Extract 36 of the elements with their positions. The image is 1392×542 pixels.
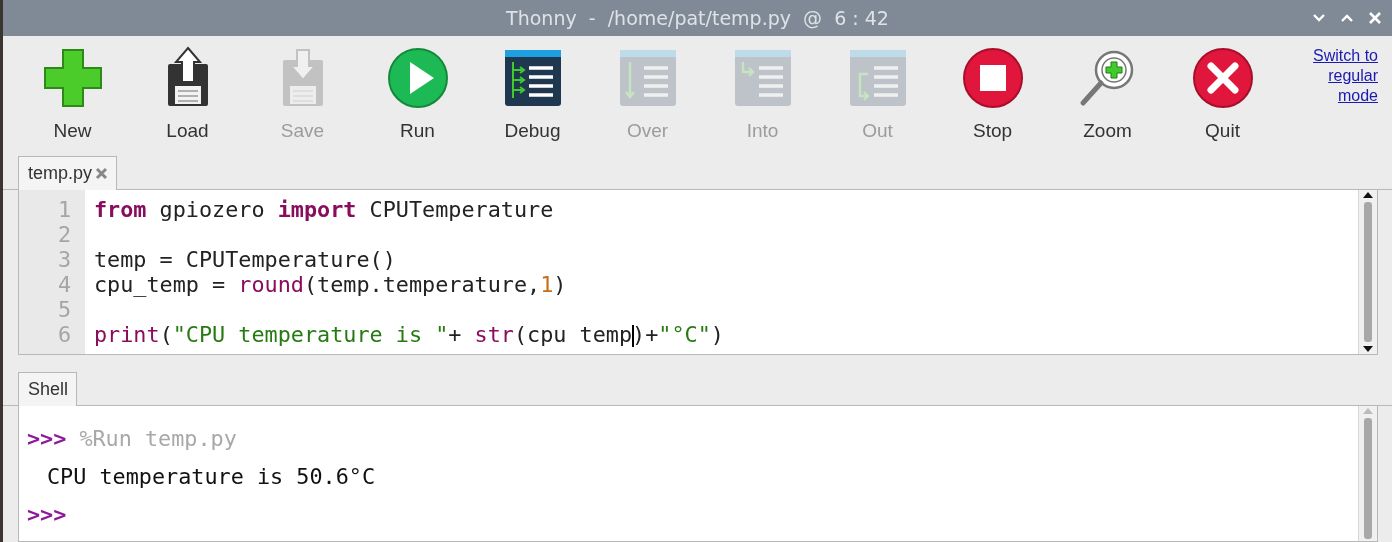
tab[interactable]: Shell (18, 372, 78, 406)
stop-icon (960, 46, 1025, 110)
line-number: 3 (56, 247, 72, 272)
scroll-down-icon[interactable] (1362, 344, 1374, 354)
shell-prompt: >>> (27, 501, 67, 529)
maximize-icon[interactable] (1340, 13, 1354, 23)
close-circle-icon (1190, 46, 1255, 110)
code-line: cpu_temp = round(temp.temperature,1) (94, 272, 568, 297)
shell-command: %Run temp.py (79, 425, 237, 453)
line-number: 4 (56, 272, 72, 297)
line-number: 5 (56, 297, 72, 322)
line-number: 6 (56, 322, 72, 347)
scrollbar[interactable] (1358, 190, 1377, 354)
scrollbar[interactable] (1358, 406, 1377, 541)
toolbar-button[interactable]: Load (130, 36, 245, 156)
minimize-icon[interactable] (1312, 13, 1326, 23)
close-icon[interactable] (95, 167, 109, 180)
mode-link[interactable]: Switch to regular mode (1296, 46, 1378, 106)
toolbar-button[interactable]: Quit (1165, 36, 1280, 156)
shell-prompt: >>> (27, 425, 67, 453)
toolbar-button[interactable]: Stop (935, 36, 1050, 156)
line-number: 2 (56, 222, 72, 247)
tab[interactable]: temp.py (18, 156, 118, 190)
code-line: print("CPU temperature is "+ str(cpu temp)+"°C") (94, 322, 725, 347)
text-cursor (632, 325, 635, 347)
window-title: Thonny - /home/pat/temp.py @ 6 : 42 (506, 7, 889, 29)
code-line: temp = CPUTemperature() (94, 247, 397, 272)
toolbar-button[interactable]: Debug (475, 36, 590, 156)
line-number: 1 (56, 197, 72, 222)
toolbar-button[interactable]: Zoom (1050, 36, 1165, 156)
play-icon (385, 46, 450, 110)
scroll-up-icon[interactable] (1362, 190, 1374, 200)
toolbar-button[interactable]: Run (360, 36, 475, 156)
shell-output: CPU temperature is 50.6°C (46, 463, 376, 491)
code-line: from gpiozero import CPUTemperature (94, 197, 555, 222)
toolbar-button[interactable]: New (15, 36, 130, 156)
